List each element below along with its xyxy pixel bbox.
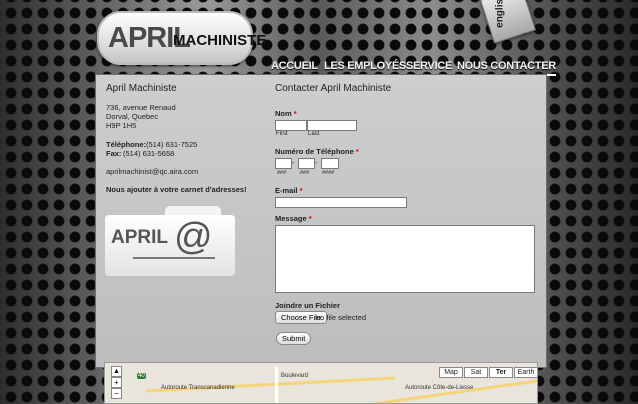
vcard-icon[interactable]: APRIL @ [105,206,235,276]
pan-up-icon[interactable]: ▲ [111,366,122,377]
map-road-boulevard [275,367,278,403]
nav-employes[interactable]: LES EMPLOYÉS [324,60,406,74]
fax-value: (514) 631-5658 [123,149,175,158]
company-name: April Machiniste [106,83,177,94]
address-line-3: H9P 1H5 [106,121,137,130]
nav-accueil[interactable]: ACCUEIL [271,60,318,74]
map-label-autoroute: Autoroute Transcanadienne [161,385,235,391]
phone-area-input[interactable] [275,158,292,169]
address-line-1: 736, avenue Renaud [106,103,176,112]
name-label: Nom * [275,109,297,118]
map-type-sat[interactable]: Sat [464,367,488,378]
email-field-label: E-mail * [275,186,303,195]
map-label-cote-de-liesse: Autoroute Côte-de-Liesse [405,385,474,391]
first-name-input[interactable] [275,120,307,131]
addressbook-link[interactable]: Nous ajouter à votre carnet d'adresses! [106,185,247,194]
logo-sub-text: MACHINISTE [173,32,267,49]
phone-separator-2: - [315,158,318,167]
no-file-text: no file selected [316,313,367,322]
phone-value: (514) 631-7525 [146,140,198,149]
phone-prefix-input[interactable] [298,158,315,169]
zoom-in-icon[interactable]: + [111,377,122,388]
language-toggle-label: english? [494,0,506,28]
card-word: APRIL [111,227,168,248]
language-toggle[interactable]: english? [479,0,537,44]
map-label-boulevard: Boulevard [281,373,309,379]
zoom-out-icon[interactable]: − [111,388,122,399]
fax-label: Fax: [106,149,122,158]
first-sublabel: First [276,131,288,137]
map-type-ter[interactable]: Ter [489,367,513,378]
phone-hint-2: ### [300,170,310,176]
email-input[interactable] [275,197,407,208]
map-road-secondary [365,378,537,403]
route-badge: 40 [137,373,146,379]
phone-separator-1: - [292,158,295,167]
submit-button[interactable]: Submit [276,332,312,345]
email-link[interactable]: aprilmachinist@qc.aira.com [106,167,198,176]
map-type-map[interactable]: Map [439,367,463,378]
nav-service[interactable]: SERVICE [406,60,452,74]
map-type-earth[interactable]: Earth [514,367,537,378]
card-divider [133,257,215,259]
message-textarea[interactable] [275,225,535,293]
attach-label: Joindre un Fichier [275,301,341,310]
form-title: Contacter April Machiniste [275,83,392,94]
address-line-2: Dorval, Quebec [106,112,159,121]
last-name-input[interactable] [307,120,357,131]
message-field-label: Message * [275,214,312,223]
phone-hint-3: #### [322,170,335,176]
phone-label: Téléphone: [106,140,147,149]
last-sublabel: Last [308,131,320,137]
site-logo[interactable]: APRIL MACHINISTE [97,11,266,65]
map-view[interactable]: 40 Autoroute Transcanadienne Boulevard A… [104,362,538,404]
phone-line-input[interactable] [321,158,339,169]
phone-field-label: Numéro de Téléphone * [275,147,359,156]
at-sign-icon: @ [174,216,213,258]
phone-hint-1: ### [277,170,287,176]
